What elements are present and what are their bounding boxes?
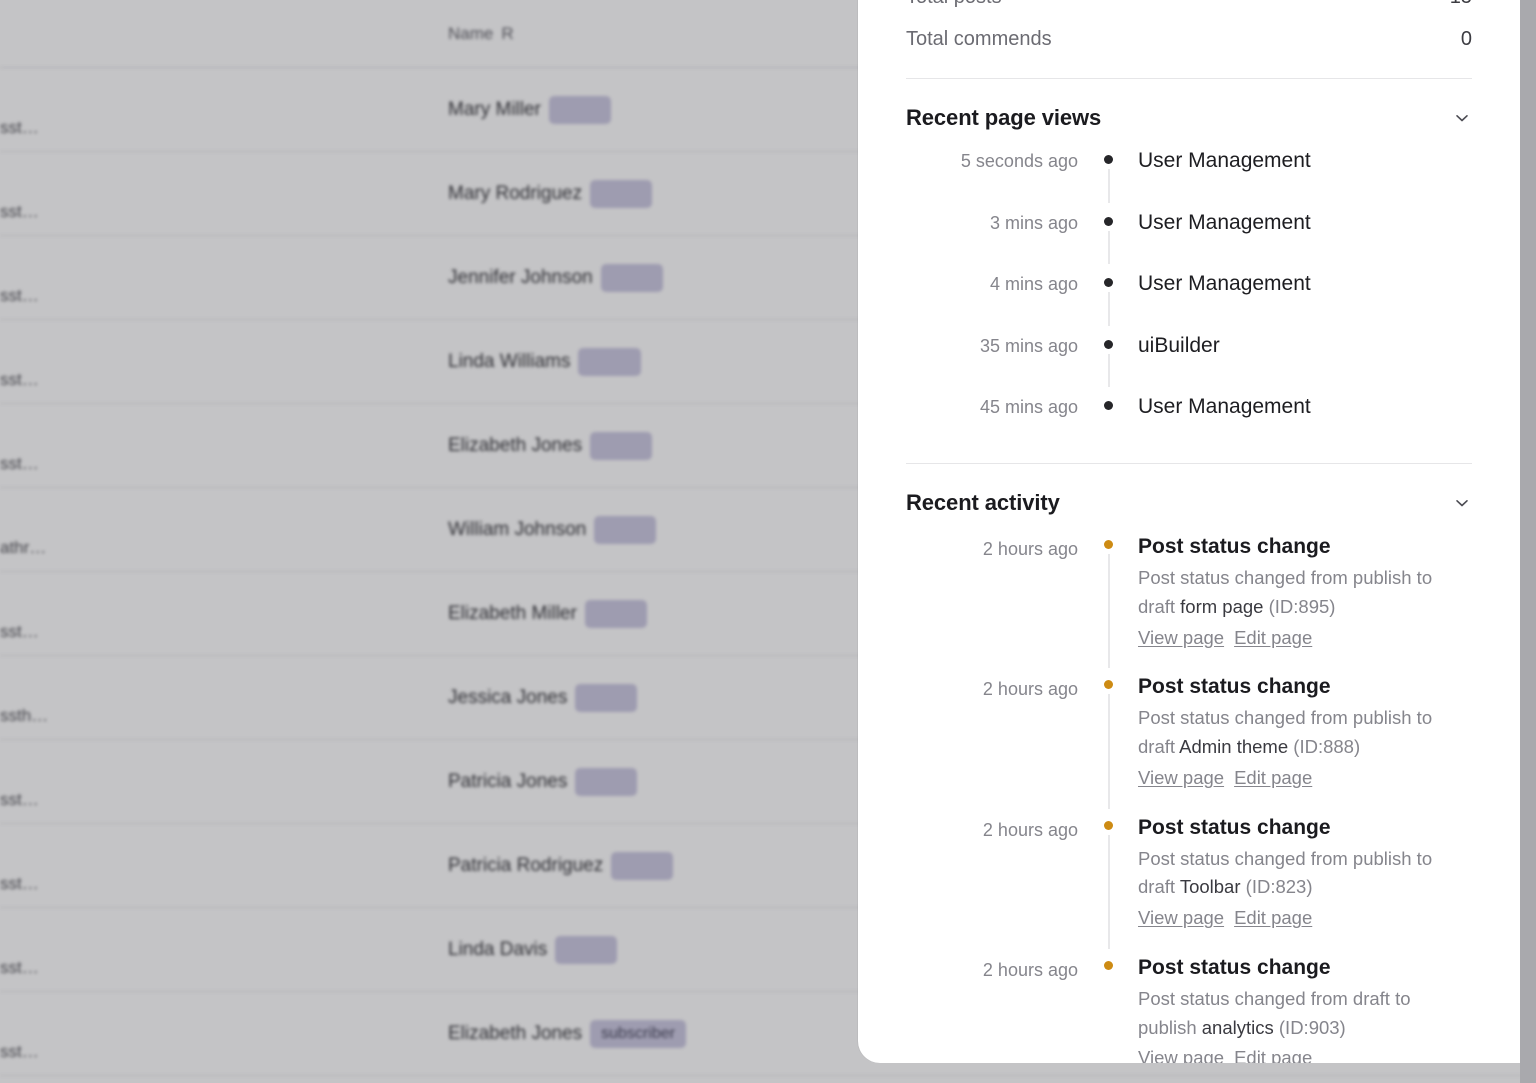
activity-title: Post status change	[1138, 534, 1472, 560]
edit-page-link[interactable]: Edit page	[1234, 627, 1312, 648]
activity-timeline: 2 hours agoPost status changePost status…	[906, 534, 1472, 1063]
page-view-item[interactable]: 3 mins ago User Management	[906, 211, 1472, 235]
activity-description: Post status changed from publish to draf…	[1138, 845, 1472, 902]
timeline-connector	[1108, 694, 1110, 808]
activity-time: 2 hours ago	[906, 815, 1078, 842]
page-view-item[interactable]: 45 mins ago User Management	[906, 395, 1472, 419]
timeline-dot-icon	[1104, 340, 1113, 349]
timeline-connector	[1108, 554, 1110, 668]
page-view-name: User Management	[1138, 395, 1472, 418]
stat-value: 15	[1450, 0, 1472, 9]
section-title: Recent activity	[906, 490, 1060, 516]
activity-description: Post status changed from draft to publis…	[1138, 985, 1472, 1042]
page-view-item[interactable]: 5 seconds ago User Management	[906, 149, 1472, 173]
page-view-time: 45 mins ago	[906, 395, 1078, 419]
activity-target: analytics	[1202, 1017, 1274, 1038]
edit-page-link[interactable]: Edit page	[1234, 767, 1312, 788]
page-view-name: User Management	[1138, 211, 1472, 234]
page-view-name: uiBuilder	[1138, 334, 1472, 357]
timeline-connector	[1108, 292, 1110, 326]
timeline-marker	[1078, 674, 1138, 792]
page-view-item[interactable]: 35 mins ago uiBuilder	[906, 334, 1472, 358]
edit-page-link[interactable]: Edit page	[1234, 1047, 1312, 1063]
stat-value: 0	[1461, 28, 1472, 51]
section-title: Recent page views	[906, 105, 1101, 131]
timeline-marker	[1078, 534, 1138, 652]
activity-description: Post status changed from publish to draf…	[1138, 704, 1472, 761]
divider	[906, 463, 1472, 464]
divider	[906, 78, 1472, 79]
page-view-time: 5 seconds ago	[906, 149, 1078, 173]
stats-list: Total posts 15 Total commends 0	[906, 0, 1472, 60]
timeline-dot-icon	[1104, 278, 1113, 287]
timeline-connector	[1108, 354, 1110, 388]
timeline-marker	[1078, 815, 1138, 933]
timeline-marker	[1078, 395, 1138, 419]
page-views-timeline: 5 seconds ago User Management 3 mins ago Us…	[906, 149, 1472, 419]
activity-item: 2 hours agoPost status changePost status…	[906, 815, 1472, 933]
timeline-dot-icon	[1104, 680, 1113, 689]
page-view-time: 35 mins ago	[906, 334, 1078, 358]
view-page-link[interactable]: View page	[1138, 767, 1224, 788]
timeline-dot-icon	[1104, 155, 1113, 164]
edit-page-link[interactable]: Edit page	[1234, 907, 1312, 928]
timeline-connector	[1108, 231, 1110, 265]
activity-links: View page Edit page	[1138, 624, 1472, 653]
activity-time: 2 hours ago	[906, 674, 1078, 701]
activity-links: View page Edit page	[1138, 764, 1472, 793]
view-page-link[interactable]: View page	[1138, 627, 1224, 648]
activity-body: Post status change Post status changed fr…	[1138, 674, 1472, 792]
chevron-down-icon[interactable]	[1452, 108, 1472, 128]
timeline-marker	[1078, 955, 1138, 1063]
activity-target: Admin theme	[1179, 736, 1288, 757]
page-view-name: User Management	[1138, 149, 1472, 172]
right-edge-strip	[1520, 0, 1536, 1083]
activity-time: 2 hours ago	[906, 955, 1078, 982]
activity-title: Post status change	[1138, 674, 1472, 700]
activity-description: Post status changed from publish to draf…	[1138, 564, 1472, 621]
activity-links: View page Edit page	[1138, 904, 1472, 933]
stat-total-commends: Total commends 0	[906, 18, 1472, 60]
activity-time: 2 hours ago	[906, 534, 1078, 561]
page-view-time: 3 mins ago	[906, 211, 1078, 235]
activity-item: 2 hours agoPost status changePost status…	[906, 534, 1472, 652]
chevron-down-icon[interactable]	[1452, 493, 1472, 513]
page-view-name: User Management	[1138, 272, 1472, 295]
timeline-marker	[1078, 272, 1138, 296]
timeline-marker	[1078, 334, 1138, 358]
timeline-marker	[1078, 149, 1138, 173]
timeline-dot-icon	[1104, 821, 1113, 830]
timeline-dot-icon	[1104, 401, 1113, 410]
page-view-item[interactable]: 4 mins ago User Management	[906, 272, 1472, 296]
section-header-activity[interactable]: Recent activity	[906, 472, 1472, 534]
activity-title: Post status change	[1138, 955, 1472, 981]
section-header-page-views[interactable]: Recent page views	[906, 87, 1472, 149]
activity-body: Post status change Post status changed fr…	[1138, 955, 1472, 1063]
activity-target: form page	[1180, 596, 1263, 617]
timeline-dot-icon	[1104, 217, 1113, 226]
page-view-time: 4 mins ago	[906, 272, 1078, 296]
stat-label: Total commends	[906, 28, 1052, 51]
stat-total-posts: Total posts 15	[906, 0, 1472, 18]
timeline-connector	[1108, 835, 1110, 949]
timeline-dot-icon	[1104, 540, 1113, 549]
timeline-connector	[1108, 169, 1110, 203]
view-page-link[interactable]: View page	[1138, 907, 1224, 928]
view-page-link[interactable]: View page	[1138, 1047, 1224, 1063]
activity-title: Post status change	[1138, 815, 1472, 841]
stat-label: Total posts	[906, 0, 1002, 9]
activity-body: Post status change Post status changed fr…	[1138, 815, 1472, 933]
timeline-dot-icon	[1104, 961, 1113, 970]
screen: NameRsst…Mary Miller sst…Mary Rodriguez …	[0, 0, 1536, 1083]
activity-links: View page Edit page	[1138, 1044, 1472, 1063]
activity-item: 2 hours agoPost status changePost status…	[906, 674, 1472, 792]
activity-target: Toolbar	[1180, 876, 1241, 897]
activity-item: 2 hours agoPost status changePost status…	[906, 955, 1472, 1063]
activity-body: Post status change Post status changed fr…	[1138, 534, 1472, 652]
timeline-marker	[1078, 211, 1138, 235]
user-detail-panel: Total posts 15 Total commends 0 Recent p…	[858, 0, 1520, 1063]
